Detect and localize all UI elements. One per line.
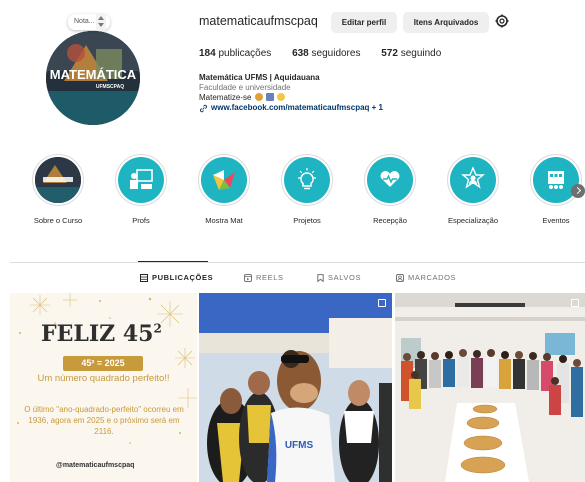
archive-button[interactable]: Itens Arquivados (403, 12, 489, 33)
carousel-icon (571, 299, 579, 307)
tab-active-indicator (138, 261, 208, 262)
chevron-up-icon[interactable] (98, 16, 104, 20)
tagged-user-icon (396, 273, 404, 282)
calendar-people-icon (533, 157, 579, 203)
bookmark-icon (317, 273, 324, 282)
graduate-star-icon (450, 157, 496, 203)
highlight-label: Projetos (293, 216, 321, 225)
highlight-profs[interactable]: Profs (106, 154, 176, 225)
highlights-next-button[interactable] (571, 184, 585, 198)
highlight-sobre-o-curso[interactable]: Sobre o Curso (23, 154, 93, 225)
chevron-down-icon[interactable] (98, 23, 104, 27)
mascot-photo-image: UFMS (199, 293, 392, 482)
course-cover-icon (35, 157, 81, 203)
books-emoji-icon (265, 93, 274, 101)
posts-stat: 184 publicações (199, 48, 272, 59)
highlight-recepcao[interactable]: Recepção (355, 154, 425, 225)
highlight-label: Profs (132, 216, 150, 225)
highlight-label: Recepção (373, 216, 407, 225)
edit-profile-button[interactable]: Editar perfil (331, 12, 397, 33)
bio-text: Matematize-se (199, 93, 383, 103)
avatar-subtitle: UFMSCPAQ (96, 84, 124, 90)
highlight-label: Eventos (542, 216, 570, 225)
link-icon (199, 104, 208, 112)
post-feliz-45[interactable]: FELIZ 452 45² = 2025 Um número quadrado … (10, 293, 197, 482)
profile-bio: Matemática UFMS | Aquidauana Faculdade e… (199, 73, 383, 113)
profile-avatar[interactable]: MATEMÁTICA UFMSCPAQ (46, 31, 140, 125)
profile-stats: 184 publicações 638 seguidores 572 segui… (199, 48, 459, 59)
post-event-photo[interactable] (395, 293, 585, 482)
grid-icon (140, 273, 148, 282)
highlight-label: Especialização (447, 216, 499, 225)
heart-hand-icon (367, 157, 413, 203)
post-badge: 45² = 2025 (63, 356, 143, 371)
shirt-text: UFMS (285, 440, 314, 451)
highlight-projetos[interactable]: Projetos (272, 154, 342, 225)
highlight-mostra-mat[interactable]: Mostra Mat (189, 154, 259, 225)
post-title: FELIZ 452 (41, 321, 162, 347)
post-body: O último "ano-quadrado-perfeito" ocorreu… (24, 405, 184, 436)
reels-icon (244, 273, 252, 282)
tab-publicacoes[interactable]: PUBLICAÇÕES (140, 273, 213, 282)
note-stepper[interactable] (96, 13, 106, 31)
highlight-label: Mostra Mat (205, 216, 243, 225)
origami-bird-icon (201, 157, 247, 203)
note-placeholder: Nota... (74, 18, 95, 25)
pie-emoji-icon (254, 93, 263, 101)
bio-name: Matemática UFMS | Aquidauana (199, 73, 320, 82)
post-mascot-photo[interactable]: UFMS (199, 293, 392, 482)
followers-stat[interactable]: 638 seguidores (292, 48, 360, 59)
bio-link[interactable]: www.facebook.com/matematicaufmscpaq + 1 (199, 103, 383, 113)
gear-icon[interactable] (495, 14, 509, 28)
lightbulb-emoji-icon (277, 93, 286, 101)
tabs-divider (10, 262, 585, 263)
tab-reels[interactable]: REELS (244, 273, 284, 282)
avatar-title: MATEMÁTICA (50, 67, 137, 82)
event-photo-image (395, 293, 585, 482)
post-handle: @matematicaufmscpaq (56, 462, 135, 469)
highlight-label: Sobre o Curso (33, 216, 83, 225)
carousel-icon (378, 299, 386, 307)
tab-marcados[interactable]: MARCADOS (396, 273, 456, 282)
lightbulb-icon (284, 157, 330, 203)
tab-salvos[interactable]: SALVOS (317, 273, 361, 282)
highlight-especializacao[interactable]: Especialização (438, 154, 508, 225)
teacher-board-icon (118, 157, 164, 203)
following-stat[interactable]: 572 seguindo (381, 48, 441, 59)
post-subtitle: Um número quadrado perfeito!! (37, 373, 170, 384)
bio-category: Faculdade e universidade (199, 83, 291, 92)
profile-username: matematicaufmscpaq (199, 14, 318, 28)
